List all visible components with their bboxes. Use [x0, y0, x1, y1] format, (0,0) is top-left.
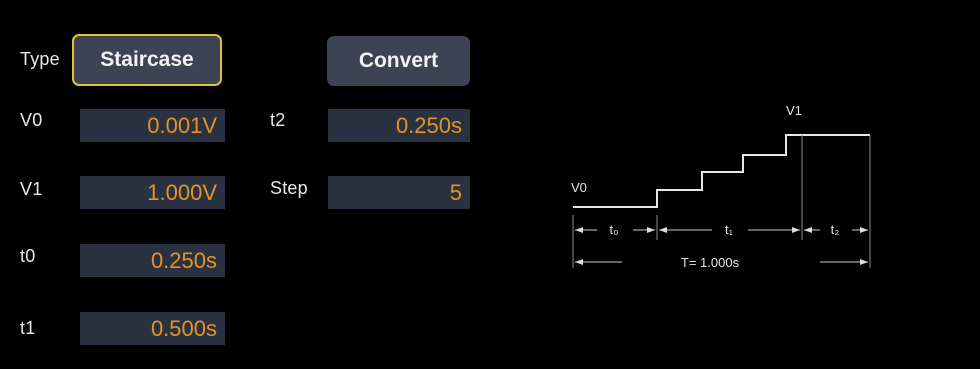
t2-diagram-label: t₂	[831, 222, 840, 237]
v0-diagram-label: V0	[571, 180, 587, 195]
staircase-waveform-diagram: t₀ t₁ t₂ T= 1.000s V0 V1	[571, 103, 871, 270]
v1-diagram-label: V1	[786, 103, 802, 118]
t0-arrow-right-icon	[647, 227, 655, 233]
t1-arrow-right-icon	[792, 227, 800, 233]
t0-diagram-label: t₀	[609, 222, 618, 237]
period-arrow-left-icon	[575, 259, 583, 265]
t1-diagram-label: t₁	[725, 222, 734, 237]
t1-arrow-left-icon	[659, 227, 667, 233]
t2-arrow-left-icon	[804, 227, 812, 233]
t0-arrow-left-icon	[575, 227, 583, 233]
period-label: T= 1.000s	[681, 255, 740, 270]
t2-arrow-right-icon	[860, 227, 868, 233]
period-arrow-right-icon	[860, 259, 868, 265]
staircase-waveform-line	[573, 134, 870, 208]
